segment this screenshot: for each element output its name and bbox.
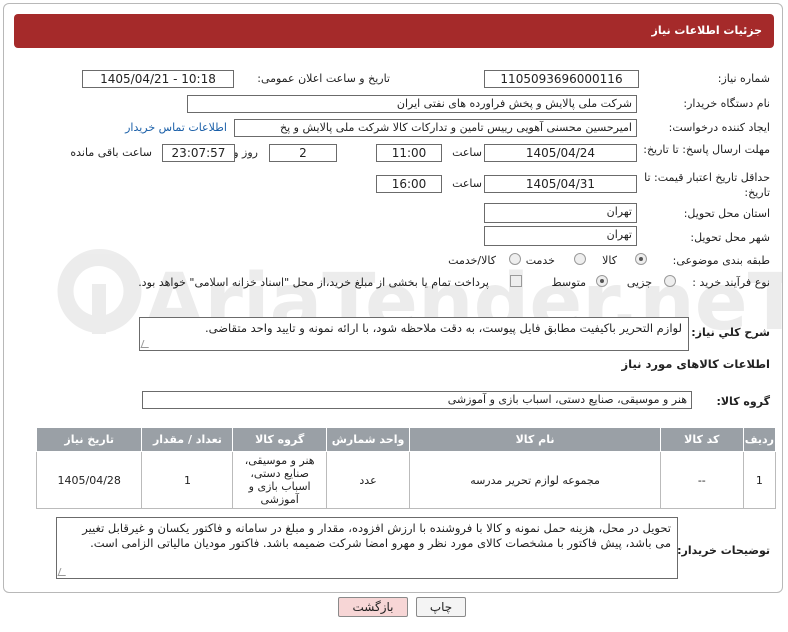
city-field: تهران <box>484 226 637 246</box>
col-item-code: کد کالا <box>659 427 744 452</box>
resize-grip-icon[interactable] <box>57 568 69 576</box>
col-item-name: نام کالا <box>409 427 661 452</box>
reply-time-label: ساعت <box>452 146 482 159</box>
col-unit: واحد شمارش <box>325 427 411 452</box>
category-label: طبقه بندی موضوعی: <box>672 254 770 267</box>
price-validity-label: حداقل تاریخ اعتبار قیمت: تا تاریخ: <box>644 171 770 199</box>
process-medium-radio[interactable] <box>596 275 608 287</box>
buyer-notes-textarea[interactable]: تحویل در محل، هزینه حمل نمونه و کالا با … <box>56 517 678 579</box>
reply-date-field: 1405/04/24 <box>484 144 637 162</box>
treasury-payment-note: پرداخت تمام یا بخشی از مبلغ خرید،از محل … <box>138 276 489 289</box>
goods-section-title: اطلاعات کالاهای مورد نیاز <box>621 357 770 371</box>
goods-group-field: هنر و موسیقی، صنایع دستی، اسباب بازی و آ… <box>142 391 692 409</box>
resize-grip-icon[interactable] <box>140 340 152 348</box>
days-remaining-field: 2 <box>269 144 337 162</box>
remaining-time-label: ساعت باقی مانده <box>70 146 152 159</box>
description-textarea[interactable]: لوازم التحریر باکیفیت مطابق فایل پیوست، … <box>139 317 689 351</box>
cell-quantity: 1 <box>141 451 234 509</box>
need-number-field: 1105093696000116 <box>484 70 639 88</box>
validity-date-field: 1405/04/31 <box>484 175 637 193</box>
description-label: شرح کلي نياز: <box>691 326 770 339</box>
category-goods-service-label: کالا/خدمت <box>448 254 496 267</box>
table-header-row: ردیف کد کالا نام کالا واحد شمارش گروه کا… <box>35 427 777 452</box>
cell-item-code: -- <box>659 451 744 509</box>
requester-field: امیرحسین محسنی آهویی رییس تامین و تدارکا… <box>234 119 637 137</box>
requester-label: ایجاد کننده درخواست: <box>668 121 770 134</box>
col-need-date: تاریخ نیاز <box>35 427 143 452</box>
cell-unit: عدد <box>325 451 411 509</box>
province-field: تهران <box>484 203 637 223</box>
print-button[interactable]: چاپ <box>416 597 466 617</box>
province-label: استان محل تحویل: <box>683 207 770 220</box>
buyer-org-label: نام دستگاه خریدار: <box>683 97 770 110</box>
items-table: ردیف کد کالا نام کالا واحد شمارش گروه کا… <box>35 427 777 509</box>
col-item-group: گروه کالا <box>232 427 327 452</box>
category-goods-radio[interactable] <box>635 253 647 265</box>
buyer-org-field: شرکت ملی پالایش و پخش فراورده های نفتی ا… <box>187 95 637 113</box>
validity-time-label: ساعت <box>452 177 482 190</box>
page-title: جزئیات اطلاعات نیاز <box>14 14 774 48</box>
cell-row-number: 1 <box>742 451 777 509</box>
days-label: روز و <box>233 146 258 159</box>
goods-group-label: گروه کالا: <box>716 395 770 408</box>
description-text: لوازم التحریر باکیفیت مطابق فایل پیوست، … <box>205 321 682 335</box>
back-button[interactable]: بازگشت <box>338 597 408 617</box>
category-goods-service-radio[interactable] <box>509 253 521 265</box>
remaining-time-field: 23:07:57 <box>162 144 235 162</box>
cell-item-group: هنر و موسیقی، صنایع دستی، اسباب بازی و آ… <box>232 451 327 509</box>
cell-need-date: 1405/04/28 <box>35 451 143 509</box>
category-goods-label: کالا <box>602 254 617 267</box>
table-row: 1 -- مجموعه لوازم تحریر مدرسه عدد هنر و … <box>35 451 777 509</box>
category-service-radio[interactable] <box>574 253 586 265</box>
need-number-label: شماره نیاز: <box>717 72 770 85</box>
process-minor-label: جزیی <box>626 276 652 289</box>
category-service-label: خدمت <box>525 254 555 267</box>
reply-deadline-label: مهلت ارسال پاسخ: تا تاریخ: <box>643 143 770 156</box>
city-label: شهر محل تحویل: <box>690 231 770 244</box>
process-medium-label: متوسط <box>551 276 586 289</box>
announce-date-label: تاریخ و ساعت اعلان عمومی: <box>257 72 390 85</box>
buyer-notes-label: توضیحات خریدار: <box>677 544 770 557</box>
details-panel: جزئیات اطلاعات نیاز AriaTender.neT شماره… <box>3 3 783 593</box>
buyer-contact-link[interactable]: اطلاعات تماس خریدار <box>125 121 227 134</box>
cell-item-name: مجموعه لوازم تحریر مدرسه <box>409 451 661 509</box>
announce-date-field: 1405/04/21 - 10:18 <box>82 70 234 88</box>
col-quantity: تعداد / مقدار <box>141 427 234 452</box>
treasury-payment-checkbox[interactable] <box>510 275 522 287</box>
process-type-label: نوع فرآیند خرید : <box>692 276 770 289</box>
validity-time-field: 16:00 <box>376 175 442 193</box>
buyer-notes-text: تحویل در محل، هزینه حمل نمونه و کالا با … <box>82 521 671 550</box>
process-minor-radio[interactable] <box>664 275 676 287</box>
reply-time-field: 11:00 <box>376 144 442 162</box>
col-row-number: ردیف <box>742 427 777 452</box>
